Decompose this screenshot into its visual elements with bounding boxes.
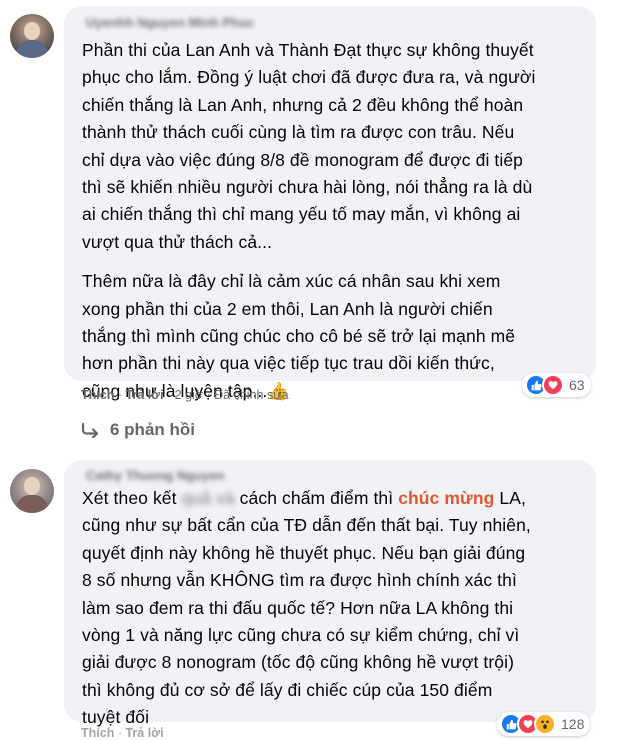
comment-timestamp[interactable]: 2 giờ: [175, 388, 203, 402]
avatar-body: [16, 40, 48, 58]
wow-icon: [534, 713, 556, 735]
replies-count-label: 6 phản hồi: [110, 420, 195, 439]
reaction-summary[interactable]: 63: [522, 373, 591, 397]
comment-text: Xét theo kết: [82, 488, 182, 508]
comment-body: Phần thi của Lan Anh và Thành Đạt thực s…: [82, 37, 596, 405]
avatar-face: [24, 477, 40, 495]
commenter-avatar[interactable]: [10, 469, 54, 513]
comment-text-obscured: quả và: [181, 488, 235, 508]
view-replies-link[interactable]: 6 phản hồi: [80, 420, 195, 440]
comment-text: cách chấm điểm thì: [234, 488, 399, 508]
reply-arrow-icon: [81, 422, 99, 438]
comment-text: LA, cũng như sự bất cẩn của TĐ dẫn đến t…: [82, 488, 531, 728]
edited-label: Đã chỉnh sửa: [214, 388, 289, 402]
reaction-count: 63: [569, 377, 585, 393]
comment-body: Xét theo kết quả và cách chấm điểm thì c…: [82, 485, 596, 732]
comment-actions: Thích · Trả lời · 2 giờ · Đã chỉnh sửa: [81, 388, 289, 402]
comment-paragraph-text: Thêm nữa là đây chỉ là cảm xúc cá nhân s…: [82, 271, 516, 401]
reply-action[interactable]: Trả lời: [125, 726, 163, 740]
avatar-body: [16, 495, 48, 513]
separator-dot: ·: [167, 388, 175, 402]
reaction-count: 128: [561, 716, 585, 732]
comment-author[interactable]: Cathy Thuong Nguyen: [86, 468, 225, 483]
like-action[interactable]: Thích: [81, 726, 114, 740]
comment-paragraph: Xét theo kết quả và cách chấm điểm thì c…: [82, 485, 596, 732]
love-icon: [542, 374, 564, 396]
avatar-face: [24, 22, 40, 40]
comment-paragraph: Thêm nữa là đây chỉ là cảm xúc cá nhân s…: [82, 268, 596, 405]
reaction-summary[interactable]: 128: [497, 712, 591, 736]
comment-author[interactable]: Uyenhh Nguyen Minh Phuc: [86, 15, 254, 30]
highlighted-text: chúc mừng: [398, 488, 495, 508]
comment-paragraph: Phần thi của Lan Anh và Thành Đạt thực s…: [82, 40, 536, 252]
reply-action[interactable]: Trả lời: [125, 388, 163, 402]
like-action[interactable]: Thích: [81, 388, 114, 402]
separator-dot: ·: [206, 388, 215, 402]
comment-actions: Thích · Trả lời: [81, 726, 164, 740]
commenter-avatar[interactable]: [10, 14, 54, 58]
